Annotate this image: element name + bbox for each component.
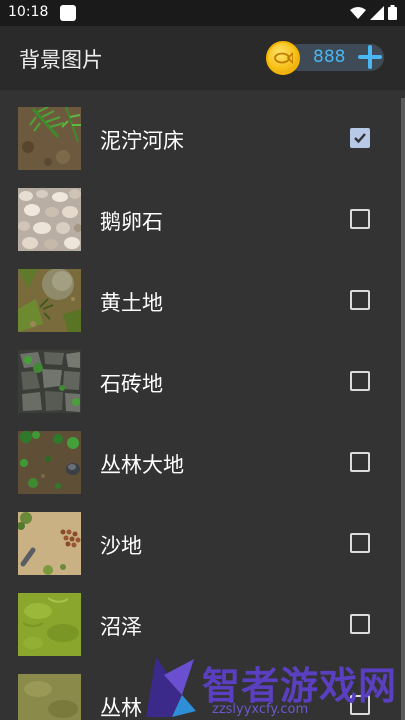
list-item[interactable]: 石砖地 <box>0 333 397 414</box>
list-item[interactable]: 沙地 <box>0 495 397 576</box>
list-item-label: 沼泽 <box>100 615 142 639</box>
sand-thumbnail <box>18 512 81 575</box>
list-item-label: 石砖地 <box>100 372 163 396</box>
status-time: 10:18 <box>8 4 49 20</box>
wifi-icon <box>350 6 366 19</box>
watermark: 智者游戏网 zzslyyxcfy.com <box>142 653 405 720</box>
pebble-thumbnail <box>18 188 81 251</box>
list-item-label: 丛林 <box>100 696 142 720</box>
list-item-label: 丛林大地 <box>100 453 184 477</box>
list-item-label: 泥泞河床 <box>100 129 184 153</box>
watermark-logo-icon <box>146 657 196 717</box>
list-item[interactable]: 丛林大地 <box>0 414 397 495</box>
coin-balance[interactable]: 888 <box>266 41 388 75</box>
background-list[interactable]: 泥泞河床 鹅卵石 黄土地 石砖地 丛林大地 沙地 沼泽 丛林 <box>0 90 405 720</box>
signal-icon <box>370 5 384 20</box>
list-item-label: 鹅卵石 <box>100 210 163 234</box>
list-item[interactable]: 沼泽 <box>0 576 397 657</box>
battery-icon <box>388 5 397 20</box>
checkbox[interactable] <box>350 290 370 310</box>
checkbox[interactable] <box>350 533 370 553</box>
scrollbar[interactable] <box>401 98 405 720</box>
checkbox[interactable] <box>350 371 370 391</box>
checkbox[interactable] <box>350 452 370 472</box>
list-item-label: 黄土地 <box>100 291 163 315</box>
coin-count: 888 <box>313 47 346 67</box>
plus-icon[interactable] <box>358 45 382 69</box>
checkbox[interactable] <box>350 128 370 148</box>
jungle-thumbnail <box>18 674 81 720</box>
list-item[interactable]: 鹅卵石 <box>0 171 397 252</box>
list-item[interactable]: 黄土地 <box>0 252 397 333</box>
jungle-ground-thumbnail <box>18 431 81 494</box>
watermark-url: zzslyyxcfy.com <box>212 702 309 717</box>
swamp-thumbnail <box>18 593 81 656</box>
app-bar: 背景图片 888 <box>0 26 405 90</box>
stone-brick-thumbnail <box>18 350 81 413</box>
page-title: 背景图片 <box>19 48 103 72</box>
mud-riverbed-thumbnail <box>18 107 81 170</box>
fish-coin-icon <box>266 41 300 75</box>
list-item-label: 沙地 <box>100 534 142 558</box>
list-item[interactable]: 泥泞河床 <box>0 90 397 171</box>
checkbox[interactable] <box>350 209 370 229</box>
status-bar: 10:18 <box>0 0 405 26</box>
checkbox[interactable] <box>350 614 370 634</box>
loess-thumbnail <box>18 269 81 332</box>
notification-icon <box>60 5 76 21</box>
status-icons <box>350 5 397 20</box>
